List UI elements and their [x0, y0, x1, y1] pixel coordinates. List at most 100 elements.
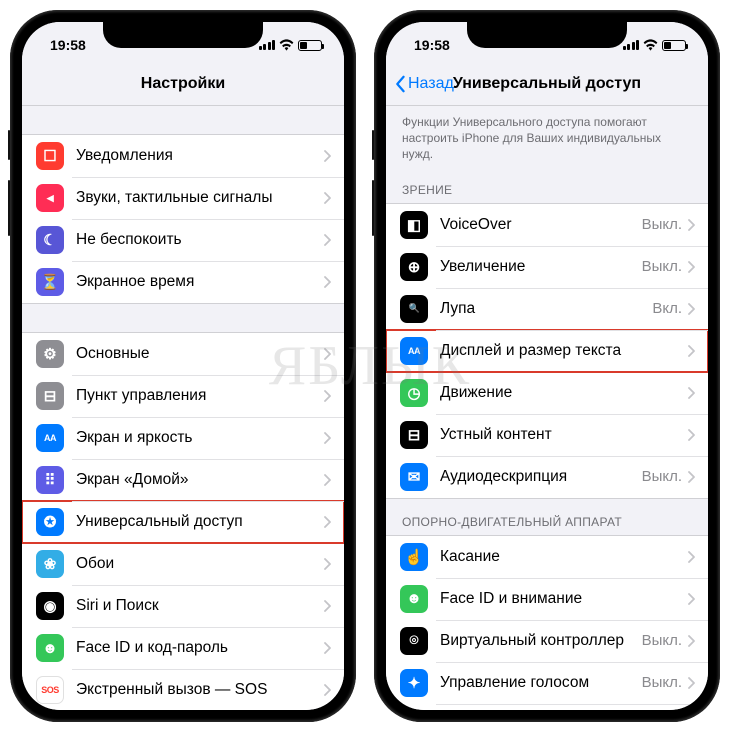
- row-label: Универсальный доступ: [76, 513, 324, 531]
- chevron-right-icon: [688, 551, 696, 563]
- row-label: Уведомления: [76, 147, 324, 165]
- settings-list[interactable]: ☐Уведомления◀︎Звуки, тактильные сигналы☾…: [22, 106, 344, 710]
- moon-icon: ☾: [36, 226, 64, 254]
- motion-icon: ◷: [400, 379, 428, 407]
- settings-group: ◧VoiceOverВыкл.⊕УвеличениеВыкл.🔍ЛупаВкл.…: [386, 203, 708, 499]
- text-icon: AA: [36, 424, 64, 452]
- row-label: Экранное время: [76, 273, 324, 291]
- settings-row[interactable]: ☐ Уведомления: [22, 135, 344, 177]
- page-title: Настройки: [22, 75, 344, 93]
- switches-icon: ⊟: [36, 382, 64, 410]
- settings-row[interactable]: ◉ Siri и Поиск: [22, 585, 344, 627]
- settings-row[interactable]: 🔍ЛупаВкл.: [386, 288, 708, 330]
- accessibility-list[interactable]: Функции Универсального доступа помогают …: [386, 106, 708, 710]
- row-label: Face ID и код-пароль: [76, 639, 324, 657]
- chevron-right-icon: [324, 192, 332, 204]
- settings-row[interactable]: AA Дисплей и размер текста: [386, 330, 708, 372]
- back-button[interactable]: Назад: [386, 75, 454, 93]
- row-label: Дисплей и размер текста: [440, 342, 688, 360]
- chevron-right-icon: [688, 387, 696, 399]
- chevron-right-icon: [324, 234, 332, 246]
- settings-row[interactable]: ⊟Устный контент: [386, 414, 708, 456]
- chevron-right-icon: [688, 429, 696, 441]
- row-label: Обои: [76, 555, 324, 573]
- settings-row[interactable]: ☝Касание: [386, 536, 708, 578]
- settings-row[interactable]: ⌾ Виртуальный контроллерВыкл.: [386, 620, 708, 662]
- settings-group: ☝Касание ☻ Face ID и внимание ⌾ Виртуальный …: [386, 535, 708, 710]
- settings-row[interactable]: ❀ Обои: [22, 543, 344, 585]
- chevron-right-icon: [324, 390, 332, 402]
- status-icons: [259, 39, 323, 51]
- row-label: Аудиодескрипция: [440, 468, 642, 486]
- gear-icon: ⚙: [36, 340, 64, 368]
- settings-row[interactable]: ⏳ Экранное время: [22, 261, 344, 303]
- settings-row[interactable]: ◧VoiceOverВыкл.: [386, 204, 708, 246]
- battery-icon: [298, 40, 322, 51]
- settings-row[interactable]: AAЭкран и яркость: [22, 417, 344, 459]
- settings-row[interactable]: ◷Движение: [386, 372, 708, 414]
- settings-row[interactable]: ⊟ Пункт управления: [22, 375, 344, 417]
- row-label: Экстренный вызов — SOS: [76, 681, 324, 699]
- row-value: Выкл.: [642, 468, 682, 485]
- signal-icon: [623, 40, 640, 50]
- notch: [103, 22, 263, 48]
- settings-row[interactable]: ▢Боковая кнопка: [386, 704, 708, 710]
- section-header: ОПОРНО-ДВИГАТЕЛЬНЫЙ АППАРАТ: [386, 499, 708, 535]
- switch-control-icon: ⌾: [400, 627, 428, 655]
- settings-row[interactable]: ✉АудиодескрипцияВыкл.: [386, 456, 708, 498]
- settings-row[interactable]: ☾ Не беспокоить: [22, 219, 344, 261]
- settings-group: ⚙ Основные ⊟ Пункт управления AAЭкран и ярко…: [22, 332, 344, 710]
- chevron-right-icon: [688, 303, 696, 315]
- display-text-icon: AA: [400, 337, 428, 365]
- chevron-right-icon: [688, 635, 696, 647]
- row-label: Face ID и внимание: [440, 590, 688, 608]
- row-label: Лупа: [440, 300, 652, 318]
- chevron-left-icon: [394, 75, 406, 93]
- chevron-right-icon: [324, 558, 332, 570]
- settings-row[interactable]: ☻ Face ID и внимание: [386, 578, 708, 620]
- settings-row[interactable]: ⊕УвеличениеВыкл.: [386, 246, 708, 288]
- chevron-right-icon: [324, 642, 332, 654]
- row-value: Выкл.: [642, 632, 682, 649]
- sos-icon: SOS: [36, 676, 64, 704]
- grid-icon: ⠿: [36, 466, 64, 494]
- chevron-right-icon: [688, 345, 696, 357]
- flower-icon: ❀: [36, 550, 64, 578]
- row-label: Не беспокоить: [76, 231, 324, 249]
- row-label: Основные: [76, 345, 324, 363]
- battery-icon: [662, 40, 686, 51]
- chevron-right-icon: [688, 471, 696, 483]
- settings-row[interactable]: ✪Универсальный доступ: [22, 501, 344, 543]
- settings-row[interactable]: ◀︎Звуки, тактильные сигналы: [22, 177, 344, 219]
- chevron-right-icon: [324, 516, 332, 528]
- siri-icon: ◉: [36, 592, 64, 620]
- sound-icon: ◀︎: [36, 184, 64, 212]
- settings-row[interactable]: ✦Управление голосомВыкл.: [386, 662, 708, 704]
- row-label: Увеличение: [440, 258, 642, 276]
- chevron-right-icon: [324, 600, 332, 612]
- row-label: Виртуальный контроллер: [440, 632, 642, 650]
- row-label: Siri и Поиск: [76, 597, 324, 615]
- bell-icon: ☐: [36, 142, 64, 170]
- chevron-right-icon: [688, 593, 696, 605]
- row-label: Пункт управления: [76, 387, 324, 405]
- chevron-right-icon: [324, 276, 332, 288]
- chevron-right-icon: [324, 684, 332, 696]
- screen-right: 19:58 Назад Универсальный доступ Функции…: [386, 22, 708, 710]
- phone-right: 19:58 Назад Универсальный доступ Функции…: [374, 10, 720, 722]
- hourglass-icon: ⏳: [36, 268, 64, 296]
- settings-row[interactable]: ☻ Face ID и код-пароль: [22, 627, 344, 669]
- row-label: Устный контент: [440, 426, 688, 444]
- settings-row[interactable]: ⚙ Основные: [22, 333, 344, 375]
- screen-left: 19:58 Настройки ☐Уведомления◀︎Звуки, так…: [22, 22, 344, 710]
- voiceover-icon: ◧: [400, 211, 428, 239]
- row-label: Экран «Домой»: [76, 471, 324, 489]
- faceid-attention-icon: ☻: [400, 585, 428, 613]
- nav-bar: Назад Универсальный доступ: [386, 62, 708, 106]
- section-header: ЗРЕНИЕ: [386, 167, 708, 203]
- faceid-icon: ☻: [36, 634, 64, 662]
- row-value: Выкл.: [642, 216, 682, 233]
- settings-row[interactable]: ⠿ Экран «Домой»: [22, 459, 344, 501]
- chevron-right-icon: [324, 474, 332, 486]
- settings-row[interactable]: SOS Экстренный вызов — SOS: [22, 669, 344, 710]
